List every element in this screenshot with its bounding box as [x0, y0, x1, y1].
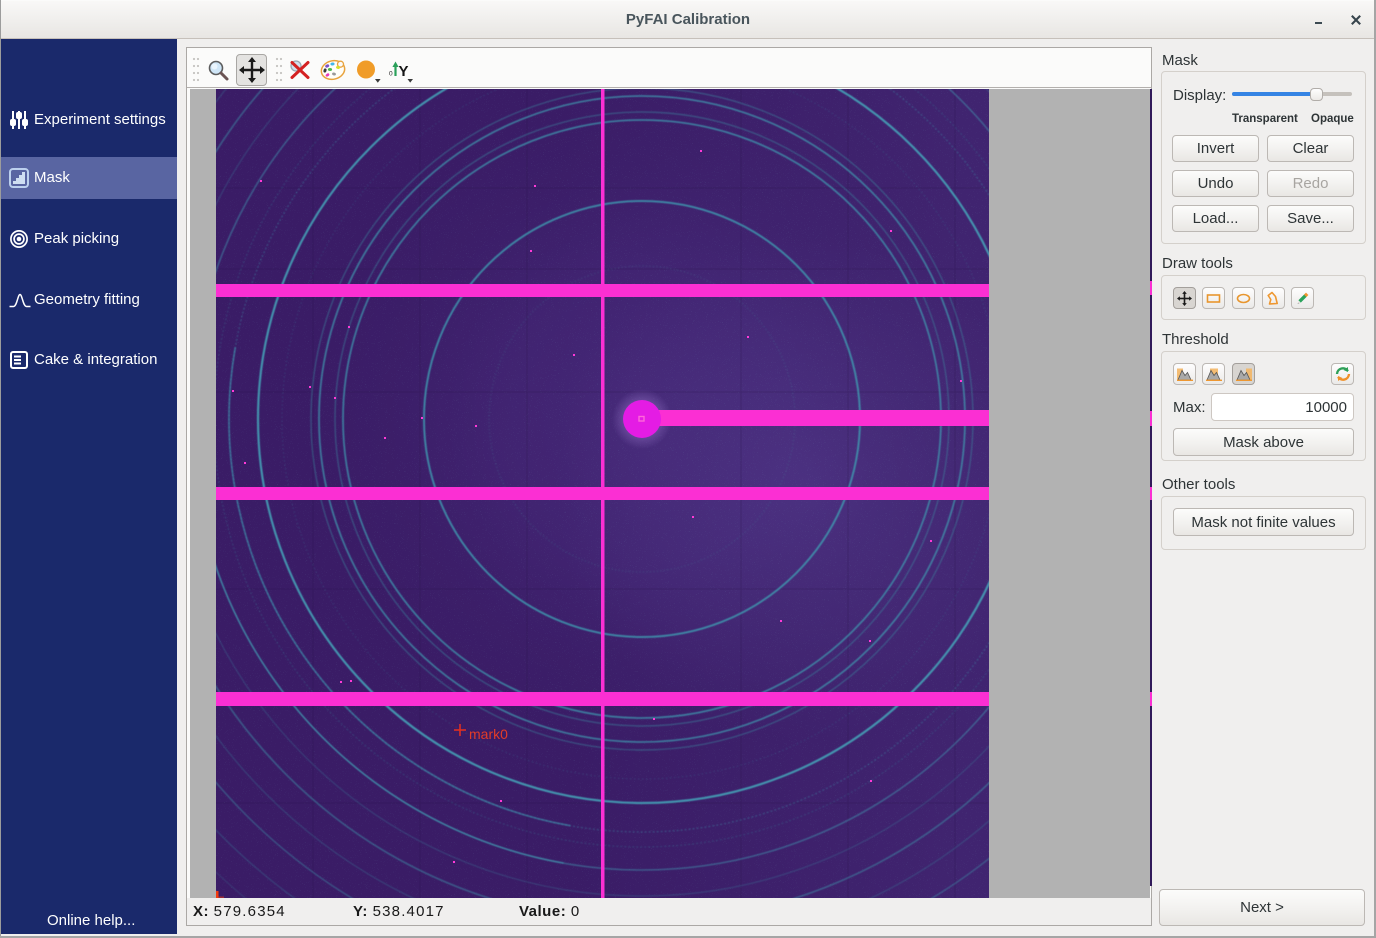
- svg-text:mark0: mark0: [469, 726, 508, 742]
- svg-text:0: 0: [389, 71, 393, 78]
- svg-text:Y: Y: [399, 63, 409, 80]
